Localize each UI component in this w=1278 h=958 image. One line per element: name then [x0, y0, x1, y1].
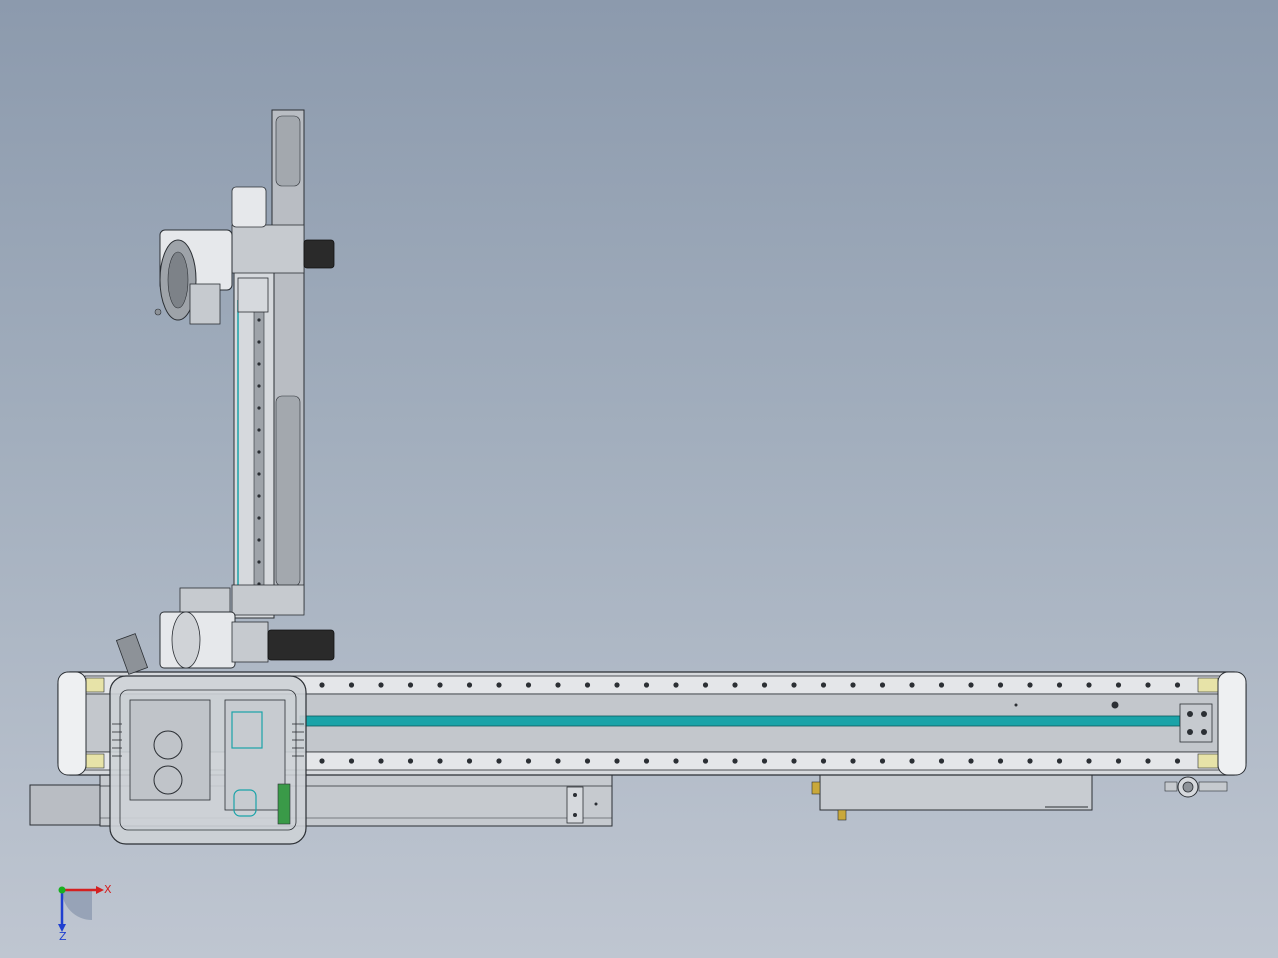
screw	[348, 758, 355, 764]
screw	[702, 682, 709, 688]
screw	[673, 758, 679, 764]
screw	[1086, 758, 1092, 764]
screw	[1056, 758, 1063, 764]
x-arrow-head	[96, 886, 104, 894]
triad-plane	[62, 890, 92, 920]
screw	[702, 758, 709, 764]
screw	[1174, 758, 1181, 764]
screw	[496, 758, 502, 764]
screw	[525, 682, 532, 688]
screw	[879, 758, 886, 764]
screw	[850, 682, 856, 688]
column-screw	[257, 538, 261, 542]
screw	[643, 758, 650, 764]
column-screw	[257, 450, 261, 454]
screw	[584, 758, 591, 764]
screw	[1174, 682, 1181, 688]
screw	[732, 758, 738, 764]
z-axis-label: Z	[59, 930, 67, 943]
screw	[850, 758, 856, 764]
screw	[407, 758, 414, 764]
screw	[378, 682, 384, 688]
column-screw	[257, 560, 261, 564]
column-screw	[257, 428, 261, 432]
screw	[319, 682, 325, 688]
screw	[909, 682, 915, 688]
screw	[761, 682, 768, 688]
screw	[584, 682, 591, 688]
screw	[968, 682, 974, 688]
screw	[496, 682, 502, 688]
column-screw	[257, 384, 261, 388]
screw	[968, 758, 974, 764]
screw	[938, 682, 945, 688]
column-screw	[257, 318, 261, 322]
column-screw	[257, 340, 261, 344]
screw	[1027, 758, 1033, 764]
screw	[997, 758, 1004, 764]
screw	[614, 758, 620, 764]
screw	[879, 682, 886, 688]
column-screw	[257, 362, 261, 366]
screw	[1145, 682, 1151, 688]
column-screw	[257, 494, 261, 498]
screw	[466, 682, 473, 688]
screw	[673, 682, 679, 688]
screw	[820, 758, 827, 764]
screw	[997, 682, 1004, 688]
screw	[614, 682, 620, 688]
screw	[378, 758, 384, 764]
screw	[732, 682, 738, 688]
carriage-block[interactable]	[109, 675, 307, 845]
screw	[1027, 682, 1033, 688]
column-screw	[257, 472, 261, 476]
screw	[1145, 758, 1151, 764]
screw	[437, 758, 443, 764]
screw	[319, 758, 325, 764]
y-axis-dot	[58, 886, 66, 894]
screw	[791, 758, 797, 764]
column-screw	[257, 516, 261, 520]
screw	[555, 758, 561, 764]
coordinate-triad: X Z	[58, 883, 112, 943]
screw	[761, 758, 768, 764]
screw	[1115, 682, 1122, 688]
end-bracket	[1164, 776, 1228, 798]
screw	[407, 682, 414, 688]
vertical-linear-module[interactable]	[231, 109, 305, 619]
screw	[437, 682, 443, 688]
screw	[348, 682, 355, 688]
screw	[820, 682, 827, 688]
screw	[643, 682, 650, 688]
screw	[1115, 758, 1122, 764]
screw	[791, 682, 797, 688]
screw	[909, 758, 915, 764]
cad-viewport[interactable]: X Z	[0, 0, 1278, 958]
screw	[1056, 682, 1063, 688]
x-axis-label: X	[104, 883, 112, 896]
screw	[466, 758, 473, 764]
screw	[555, 682, 561, 688]
screw	[1086, 682, 1092, 688]
column-screw	[257, 406, 261, 410]
screw	[525, 758, 532, 764]
cable-box-under-rail	[811, 769, 1093, 821]
screw	[938, 758, 945, 764]
